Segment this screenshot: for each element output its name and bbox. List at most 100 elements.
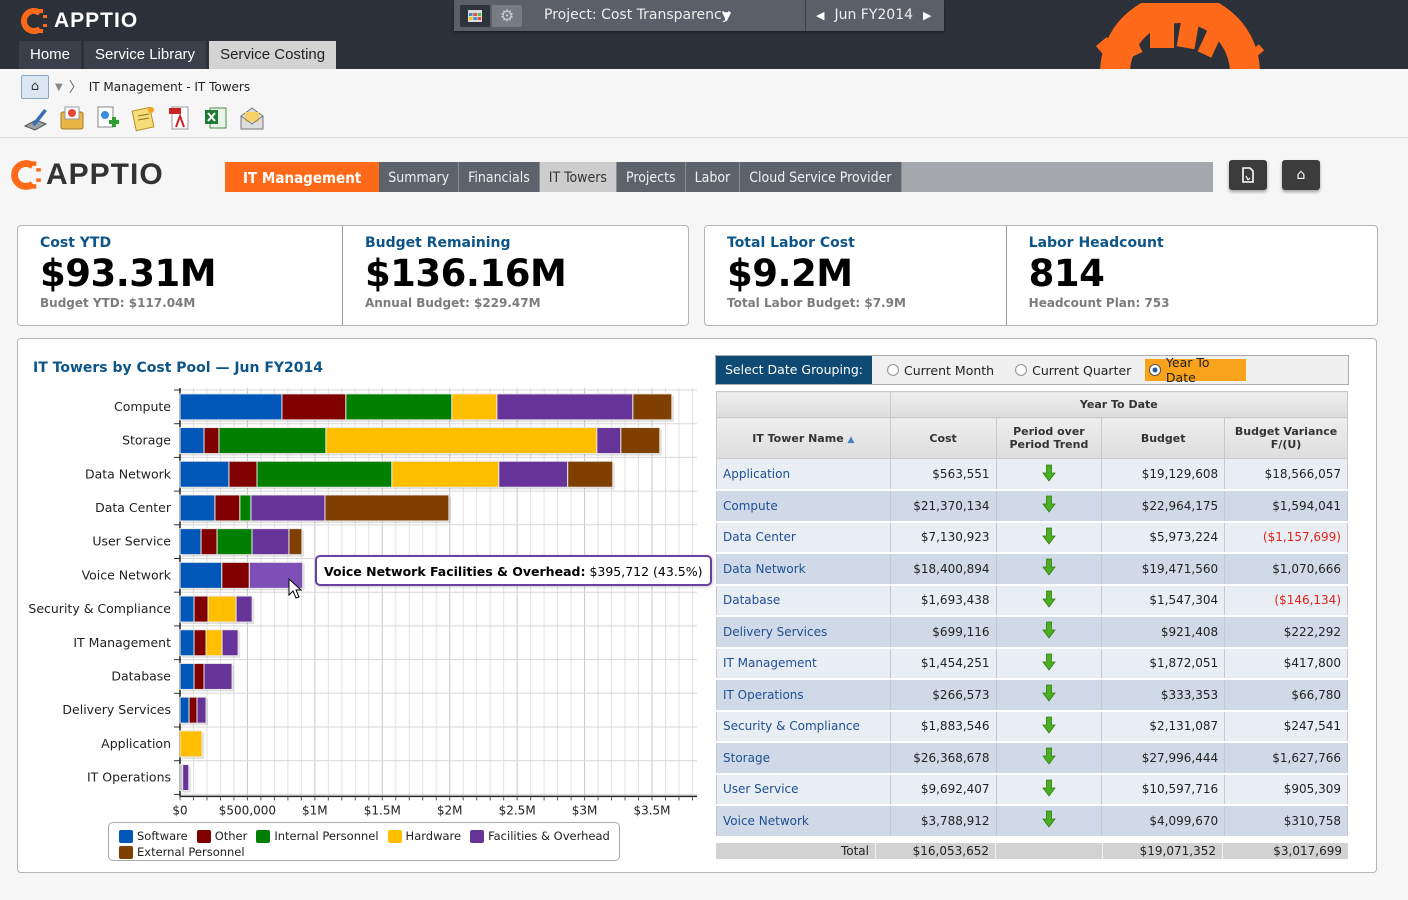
column-header-tower-name[interactable]: IT Tower Name ▲ (716, 417, 891, 459)
variance-cell: $1,070,666 (1224, 553, 1348, 586)
legend-item[interactable]: Other (196, 829, 247, 845)
breadcrumb-home-button[interactable]: ⌂ (21, 75, 49, 99)
tower-name-link[interactable]: Data Network (716, 553, 891, 586)
x-tick-label: $0 (172, 803, 187, 817)
variance-cell: $247,541 (1224, 710, 1348, 743)
export-button[interactable] (1229, 160, 1267, 190)
tab-cloud-service-provider[interactable]: Cloud Service Provider (740, 162, 902, 192)
variance-cell: ($146,134) (1224, 584, 1348, 617)
tower-name-link[interactable]: Compute (716, 490, 891, 523)
legend-swatch (119, 845, 133, 859)
nav-tab-home[interactable]: Home (19, 41, 82, 69)
notes-icon[interactable] (130, 104, 158, 132)
total-variance: $3,017,699 (1273, 844, 1342, 858)
bar-segment (214, 494, 241, 522)
app-brand-name: APPTIO (46, 158, 164, 191)
tab-it-towers[interactable]: IT Towers (539, 162, 617, 192)
trend-down-arrow-icon (1042, 684, 1056, 705)
breadcrumb-dropdown-icon[interactable]: ▼ (55, 82, 63, 93)
pdf-icon[interactable] (166, 104, 194, 132)
bar-segment (193, 595, 209, 623)
bar-segment (196, 696, 207, 724)
project-selector[interactable]: Project: Cost Transparency (544, 7, 730, 23)
add-report-icon[interactable] (94, 104, 122, 132)
tower-name-link[interactable]: Application (716, 458, 891, 491)
cost-cell: $9,692,407 (889, 773, 997, 806)
bar-segment (281, 393, 347, 421)
tab-projects[interactable]: Projects (616, 162, 686, 192)
table-row: Data Center $7,130,923 $5,973,224 ($1,157,6… (716, 521, 1348, 554)
table-row: Delivery Services $699,116 $921,408 $222,29… (716, 616, 1348, 649)
edit-icon[interactable] (22, 104, 50, 132)
apptio-logo[interactable]: APPTIO (20, 7, 138, 35)
column-header-variance[interactable]: Budget Variance F/(U) (1224, 417, 1348, 459)
table-row: Application $563,551 $19,129,608 $18,566,05… (716, 458, 1348, 491)
legend-item[interactable]: Software (119, 829, 188, 845)
legend-item[interactable]: Hardware (387, 829, 461, 845)
tab-summary[interactable]: Summary (379, 162, 460, 192)
cost-cell: $266,573 (889, 679, 997, 712)
radio-current-quarter[interactable]: Current Quarter (1011, 359, 1137, 381)
dashboard-view-button[interactable] (460, 5, 490, 27)
tower-name-link[interactable]: IT Operations (716, 679, 891, 712)
total-trend-blank (996, 843, 1103, 859)
column-header-budget[interactable]: Budget (1101, 417, 1226, 459)
bar-segment (567, 460, 614, 488)
radio-year-to-date[interactable]: Year To Date (1145, 355, 1247, 385)
tab-financials[interactable]: Financials (459, 162, 540, 192)
nav-tab-service-costing[interactable]: Service Costing (209, 41, 337, 69)
nav-tab-service-library[interactable]: Service Library (84, 41, 207, 69)
tower-name-link[interactable]: Delivery Services (716, 616, 891, 649)
cost-cell: $18,400,894 (889, 553, 997, 586)
open-folder-icon[interactable] (58, 104, 86, 132)
tower-name-link[interactable]: Storage (716, 742, 891, 775)
tower-name-link[interactable]: User Service (716, 773, 891, 806)
table-row: Data Network $18,400,894 $19,471,560 $1,070… (716, 553, 1348, 586)
tower-name-link[interactable]: Security & Compliance (716, 710, 891, 743)
budget-cell: $333,353 (1101, 679, 1226, 712)
chevron-down-icon[interactable]: ▼ (722, 9, 731, 23)
kpi-budget-remaining: Budget Remaining $136.16M Annual Budget:… (341, 226, 688, 325)
cost-cell: $7,130,923 (889, 521, 997, 554)
previous-period-icon[interactable]: ◀ (816, 9, 824, 22)
home-button[interactable]: ⌂ (1282, 160, 1320, 190)
section-title[interactable]: IT Management (225, 162, 380, 192)
bar-segment (179, 595, 195, 623)
email-icon[interactable] (238, 104, 266, 132)
legend-item[interactable]: Facilities & Overhead (470, 829, 610, 845)
x-tick-label: $2.5M (499, 803, 536, 817)
tower-name-link[interactable]: Data Center (716, 521, 891, 554)
budget-cell: $1,872,051 (1101, 647, 1226, 680)
tab-labor[interactable]: Labor (685, 162, 741, 192)
bar-segment (288, 528, 303, 556)
legend-item[interactable]: Internal Personnel (256, 829, 379, 845)
kpi-group-labor: Total Labor Cost $9.2M Total Labor Budge… (704, 225, 1378, 326)
trend-down-arrow-icon (1042, 653, 1056, 674)
bar-segment (179, 730, 203, 758)
date-grouping-label: Select Date Grouping: (716, 356, 872, 384)
legend-item[interactable]: External Personnel (119, 845, 245, 861)
radio-current-month[interactable]: Current Month (883, 359, 1000, 381)
kpi-subtitle: Budget YTD: $117.04M (40, 296, 196, 310)
column-header-trend[interactable]: Period over Period Trend (995, 417, 1103, 459)
gear-icon: ⚙ (499, 6, 515, 25)
chevron-right-icon: 〉 (68, 80, 83, 96)
settings-button[interactable]: ⚙ (492, 5, 522, 27)
budget-cell: $1,547,304 (1101, 584, 1226, 617)
cost-cell: $1,454,251 (889, 647, 997, 680)
tower-name-link[interactable]: Database (716, 584, 891, 617)
column-header-cost[interactable]: Cost (889, 417, 997, 459)
legend-swatch (387, 830, 402, 844)
kpi-title: Cost YTD (40, 235, 112, 251)
x-tick-label: $1M (302, 803, 328, 817)
tower-name-link[interactable]: IT Management (716, 647, 891, 680)
budget-cell: $921,408 (1101, 616, 1226, 649)
next-period-icon[interactable]: ▶ (923, 9, 931, 22)
total-label: Total (716, 843, 876, 859)
bar-segment (179, 629, 195, 657)
cost-cell: $21,370,134 (889, 490, 997, 523)
breadcrumb: ⌂ ▼ 〉 IT Management - IT Towers (21, 75, 250, 99)
tower-name-link[interactable]: Voice Network (716, 805, 891, 838)
x-tick-label: $500,000 (219, 803, 276, 817)
excel-icon[interactable] (202, 104, 230, 132)
